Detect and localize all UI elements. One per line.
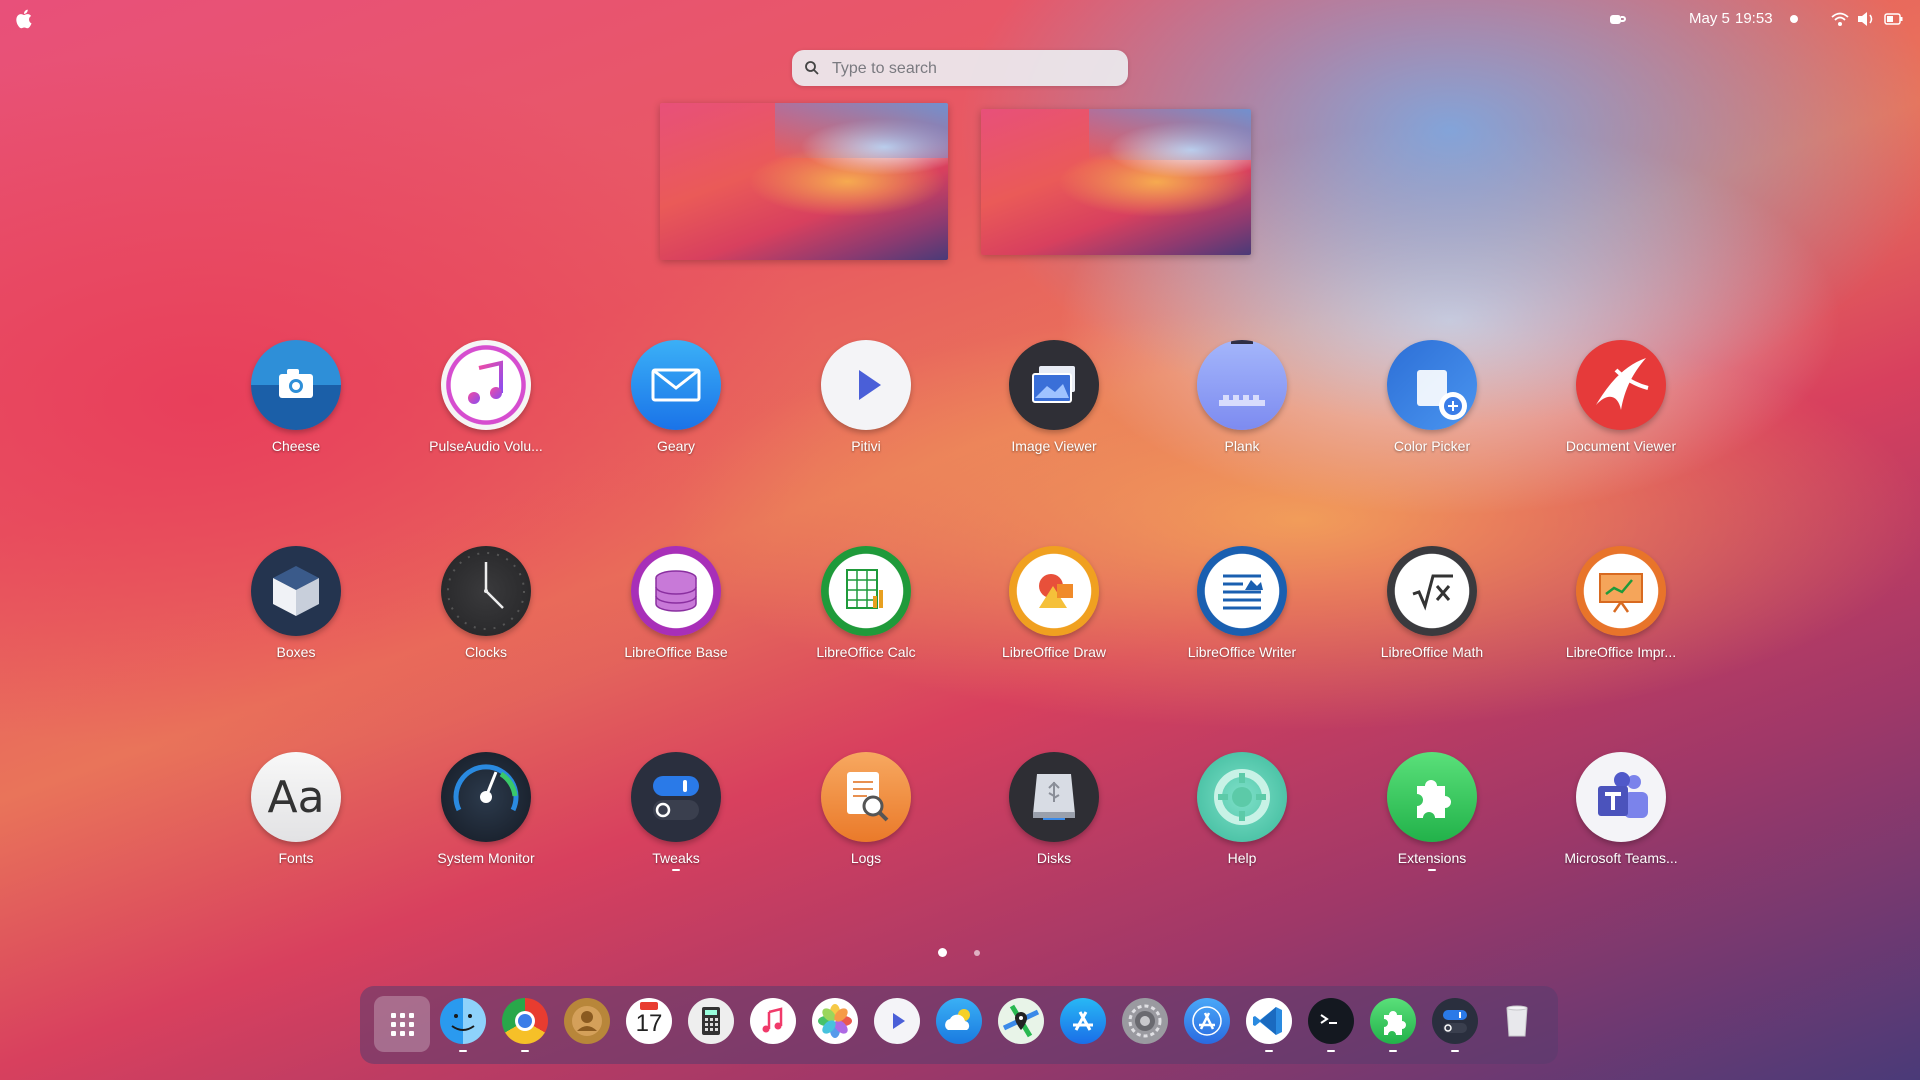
volume-icon[interactable] — [1856, 10, 1876, 28]
page-indicator-2[interactable] — [974, 950, 980, 956]
app-grid-icon — [391, 1013, 414, 1036]
app-plank[interactable]: Plank — [1152, 340, 1332, 454]
running-indicator — [1327, 1050, 1335, 1052]
wifi-icon[interactable] — [1830, 10, 1850, 28]
plank-icon — [1197, 340, 1287, 430]
document-viewer-icon — [1576, 340, 1666, 430]
running-indicator — [1265, 1050, 1273, 1052]
app-libreoffice-impress[interactable]: LibreOffice Impr... — [1531, 546, 1711, 660]
spreadsheet-icon — [821, 546, 911, 636]
app-libreoffice-draw[interactable]: LibreOffice Draw — [964, 546, 1144, 660]
calendar-icon[interactable]: 17 — [626, 998, 672, 1044]
photos-icon[interactable] — [812, 998, 858, 1044]
app-libreoffice-base[interactable]: LibreOffice Base — [586, 546, 766, 660]
app-store-alt-icon[interactable] — [1184, 998, 1230, 1044]
app-tweaks[interactable]: Tweaks — [586, 752, 766, 871]
app-disks[interactable]: Disks — [964, 752, 1144, 866]
weather-icon[interactable] — [936, 998, 982, 1044]
contacts-icon[interactable] — [564, 998, 610, 1044]
finder-icon[interactable] — [440, 998, 486, 1044]
app-image-viewer[interactable]: Image Viewer — [964, 340, 1144, 454]
disk-icon — [1009, 752, 1099, 842]
math-icon — [1387, 546, 1477, 636]
top-bar: May 5 19:53 — [0, 0, 1920, 40]
toggle-icon — [631, 752, 721, 842]
writer-icon — [1197, 546, 1287, 636]
running-indicator — [1428, 869, 1436, 871]
maps-icon[interactable] — [998, 998, 1044, 1044]
app-document-viewer[interactable]: Document Viewer — [1531, 340, 1711, 454]
app-pulseaudio-volume[interactable]: PulseAudio Volu... — [396, 340, 576, 454]
apple-icon[interactable] — [14, 8, 36, 30]
search-icon — [805, 61, 819, 75]
color-picker-icon — [1387, 340, 1477, 430]
search-bar[interactable] — [792, 50, 1128, 86]
tweaks-icon[interactable] — [1432, 998, 1478, 1044]
running-indicator — [1451, 1050, 1459, 1052]
music-note-icon — [441, 340, 531, 430]
puzzle-icon — [1387, 752, 1477, 842]
workspace-thumbnail-2[interactable] — [981, 109, 1251, 255]
video-player-icon[interactable] — [874, 998, 920, 1044]
app-color-picker[interactable]: Color Picker — [1342, 340, 1522, 454]
vscode-icon[interactable] — [1246, 998, 1292, 1044]
trash-icon[interactable] — [1494, 998, 1540, 1044]
app-libreoffice-writer[interactable]: LibreOffice Writer — [1152, 546, 1332, 660]
search-input[interactable] — [830, 56, 1114, 82]
logs-icon — [821, 752, 911, 842]
app-boxes[interactable]: Boxes — [206, 546, 386, 660]
coffee-icon[interactable] — [1607, 10, 1627, 28]
page-indicator-1[interactable] — [938, 948, 947, 957]
running-indicator — [521, 1050, 529, 1052]
app-store-icon[interactable] — [1060, 998, 1106, 1044]
date-label[interactable]: May 5 — [1689, 10, 1730, 27]
app-clocks[interactable]: Clocks — [396, 546, 576, 660]
settings-icon[interactable] — [1122, 998, 1168, 1044]
teams-icon — [1576, 752, 1666, 842]
terminal-icon[interactable] — [1308, 998, 1354, 1044]
lifebuoy-icon — [1197, 752, 1287, 842]
image-viewer-icon — [1009, 340, 1099, 430]
workspace-thumbnail-1[interactable] — [660, 103, 948, 260]
play-icon — [821, 340, 911, 430]
app-grid-button[interactable] — [374, 996, 430, 1052]
app-help[interactable]: Help — [1152, 752, 1332, 866]
app-system-monitor[interactable]: System Monitor — [396, 752, 576, 866]
camera-icon — [251, 340, 341, 430]
app-fonts[interactable]: Aa Fonts — [206, 752, 386, 866]
time-label[interactable]: 19:53 — [1735, 10, 1773, 27]
app-pitivi[interactable]: Pitivi — [776, 340, 956, 454]
status-dot-icon[interactable] — [1786, 10, 1806, 28]
app-extensions[interactable]: Extensions — [1342, 752, 1522, 871]
calculator-icon[interactable] — [688, 998, 734, 1044]
music-icon[interactable] — [750, 998, 796, 1044]
draw-icon — [1009, 546, 1099, 636]
app-libreoffice-math[interactable]: LibreOffice Math — [1342, 546, 1522, 660]
clock-icon — [441, 546, 531, 636]
boxes-icon — [251, 546, 341, 636]
running-indicator — [459, 1050, 467, 1052]
extensions-icon[interactable] — [1370, 998, 1416, 1044]
mail-icon — [631, 340, 721, 430]
database-icon — [631, 546, 721, 636]
app-microsoft-teams[interactable]: Microsoft Teams... — [1531, 752, 1711, 866]
app-cheese[interactable]: Cheese — [206, 340, 386, 454]
app-logs[interactable]: Logs — [776, 752, 956, 866]
app-libreoffice-calc[interactable]: LibreOffice Calc — [776, 546, 956, 660]
battery-icon[interactable] — [1884, 10, 1904, 28]
fonts-icon: Aa — [251, 752, 341, 842]
chrome-icon[interactable] — [502, 998, 548, 1044]
running-indicator — [672, 869, 680, 871]
app-geary[interactable]: Geary — [586, 340, 766, 454]
running-indicator — [1389, 1050, 1397, 1052]
gauge-icon — [441, 752, 531, 842]
impress-icon — [1576, 546, 1666, 636]
